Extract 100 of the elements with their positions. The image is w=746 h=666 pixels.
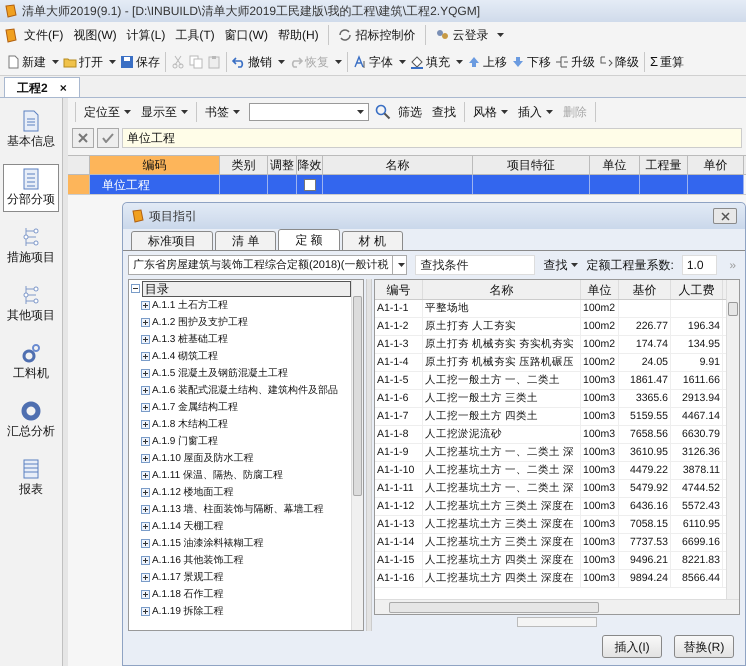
toolbar-button[interactable]: 插入 — [513, 103, 558, 121]
expand-toggle[interactable] — [141, 471, 150, 480]
menu-item[interactable]: 文件(F) — [20, 26, 68, 44]
tree-item[interactable]: A.1.6 装配式混凝土结构、建筑构件及部品 — [152, 383, 338, 398]
expand-toggle[interactable] — [141, 590, 150, 599]
sidebar-item[interactable]: 措施项目 — [3, 222, 59, 270]
cancel-button[interactable] — [72, 128, 94, 148]
panel-splitter-handle[interactable] — [517, 617, 597, 627]
tree-item[interactable]: A.1.7 金属结构工程 — [152, 400, 238, 415]
toolbar-button[interactable]: Σ 重算 — [648, 52, 686, 72]
tree-item[interactable]: A.1.13 墙、柱面装饰与隔断、幕墙工程 — [152, 502, 324, 517]
confirm-button[interactable] — [97, 128, 119, 148]
tree-item[interactable]: A.1.9 门窗工程 — [152, 434, 218, 449]
expand-toggle[interactable] — [141, 522, 150, 531]
toolbar-button[interactable]: 降级 — [597, 52, 641, 70]
tree-item[interactable]: A.1.11 保温、隔热、防腐工程 — [152, 468, 283, 483]
menu-button[interactable]: 招标控制价 — [334, 26, 420, 44]
toolbar-button[interactable]: 风格 — [468, 103, 513, 121]
tree-item[interactable]: A.1.18 石作工程 — [152, 587, 224, 602]
column-header[interactable]: 编号 — [375, 280, 423, 299]
search-field[interactable]: 查找条件 — [415, 255, 536, 275]
close-tab-button[interactable]: × — [60, 78, 67, 96]
tree-item[interactable]: A.1.15 油漆涂料裱糊工程 — [152, 536, 264, 551]
factor-field[interactable]: 1.0 — [682, 255, 718, 275]
toolbar-button[interactable]: 上移 — [465, 52, 509, 70]
tree-item[interactable]: A.1.17 景观工程 — [152, 570, 224, 585]
tree-item[interactable]: A.1.4 砌筑工程 — [152, 349, 218, 364]
dialog-tab[interactable]: 标准项目 — [131, 231, 213, 250]
bookmark-combo[interactable] — [249, 103, 369, 121]
expand-toggle[interactable] — [141, 369, 150, 378]
expand-toggle[interactable] — [141, 403, 150, 412]
library-dropdown[interactable]: 广东省房屋建筑与装饰工程综合定额(2018)(一般计税 — [128, 255, 408, 275]
expand-toggle[interactable] — [141, 556, 150, 565]
dialog-tab[interactable]: 清 单 — [215, 231, 276, 250]
column-header[interactable]: 基价 — [619, 280, 671, 299]
menu-item[interactable]: 工具(T) — [171, 26, 219, 44]
collapse-handle[interactable] — [62, 98, 68, 666]
tree-item[interactable]: 目录 — [142, 280, 351, 296]
menu-item[interactable]: 视图(W) — [69, 26, 121, 44]
toolbar-button[interactable]: 保存 — [118, 52, 162, 70]
search-icon[interactable] — [375, 104, 391, 120]
checkbox[interactable] — [304, 178, 316, 190]
tree-item[interactable]: A.1.14 天棚工程 — [152, 519, 224, 534]
expand-toggle[interactable] — [141, 437, 150, 446]
sidebar-item[interactable]: 工料机 — [3, 338, 59, 386]
expand-toggle[interactable] — [141, 488, 150, 497]
sidebar-item[interactable]: 分部分项 — [3, 164, 59, 212]
sidebar-item[interactable]: 汇总分析 — [3, 396, 59, 444]
column-header[interactable]: 编码 — [90, 156, 220, 174]
toolbar-button[interactable]: 撤销 — [230, 52, 287, 70]
sidebar-item[interactable]: 其他项目 — [3, 280, 59, 328]
menu-item[interactable]: 计算(L) — [122, 26, 170, 44]
tree-item[interactable]: A.1.12 楼地面工程 — [152, 485, 234, 500]
toolbar-button[interactable]: 筛选 — [393, 103, 427, 121]
find-button[interactable]: 查找 — [543, 256, 578, 274]
vertical-scrollbar[interactable] — [351, 280, 363, 630]
toolbar-button[interactable]: 查找 — [427, 103, 461, 121]
toolbar-button[interactable]: 填充 — [408, 52, 465, 70]
formula-field[interactable]: 单位工程 — [122, 128, 742, 148]
expand-toggle[interactable] — [141, 607, 150, 616]
menu-item[interactable]: 窗口(W) — [220, 26, 272, 44]
column-header[interactable]: 名称 — [423, 280, 581, 299]
collapse-toggle[interactable] — [131, 284, 140, 293]
expand-toggle[interactable] — [141, 573, 150, 582]
close-button[interactable] — [713, 208, 737, 224]
expand-toggle[interactable] — [141, 301, 150, 310]
toolbar-button[interactable]: 新建 — [4, 52, 61, 70]
column-header[interactable]: 单位 — [581, 280, 619, 299]
expand-toggle[interactable] — [141, 386, 150, 395]
expand-toggle[interactable] — [141, 420, 150, 429]
menu-button[interactable]: 云登录 — [430, 26, 508, 44]
toolbar-button[interactable]: 字体 — [351, 52, 408, 70]
menu-item[interactable]: 帮助(H) — [274, 26, 323, 44]
toolbar-button[interactable]: 升级 — [553, 52, 597, 70]
column-header[interactable]: 降效 — [297, 156, 323, 174]
toolbar-button[interactable]: 显示至 — [136, 103, 193, 121]
expand-toggle[interactable] — [141, 539, 150, 548]
sidebar-item[interactable]: 报表 — [3, 454, 59, 502]
tree-item[interactable]: A.1.19 拆除工程 — [152, 604, 224, 619]
toolbar-button[interactable]: 书签 — [200, 103, 245, 121]
column-header[interactable]: 调整 — [268, 156, 297, 174]
expand-toggle[interactable] — [141, 454, 150, 463]
tree-item[interactable]: A.1.3 桩基础工程 — [152, 332, 228, 347]
tree-item[interactable]: A.1.2 围护及支护工程 — [152, 315, 248, 330]
tree-item[interactable]: A.1.8 木结构工程 — [152, 417, 228, 432]
tree-item[interactable]: A.1.10 屋面及防水工程 — [152, 451, 254, 466]
dialog-button[interactable]: 插入(I) — [602, 635, 662, 658]
tree-item[interactable]: A.1.5 混凝土及钢筋混凝土工程 — [152, 366, 288, 381]
sidebar-item[interactable]: 基本信息 — [3, 106, 59, 154]
document-tab[interactable]: 工程2 × — [4, 77, 80, 97]
dialog-button[interactable]: 替换(R) — [674, 635, 734, 658]
vertical-scrollbar[interactable] — [726, 280, 739, 599]
toolbar-button[interactable]: 打开 — [61, 52, 118, 70]
expand-toggle[interactable] — [141, 335, 150, 344]
expand-toggle[interactable] — [141, 505, 150, 514]
dialog-tab[interactable]: 材 机 — [342, 231, 404, 250]
expand-toggle[interactable] — [141, 352, 150, 361]
tree-item[interactable]: A.1.1 土石方工程 — [152, 298, 228, 313]
toolbar-button[interactable]: 定位至 — [79, 103, 136, 121]
dialog-tab[interactable]: 定 额 — [278, 229, 340, 250]
